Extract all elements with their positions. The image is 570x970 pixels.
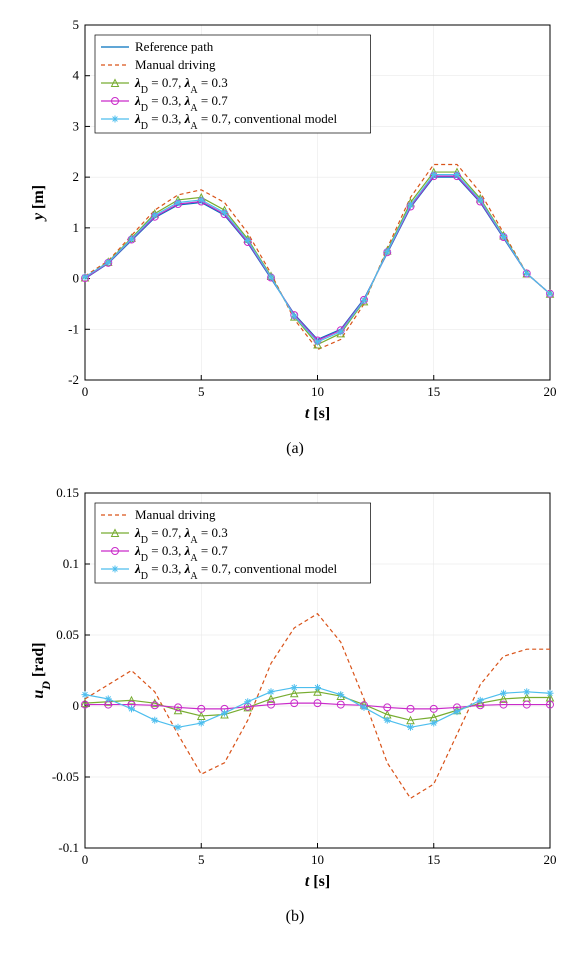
svg-text:10: 10	[311, 852, 324, 867]
series-marker	[407, 724, 414, 731]
svg-text:20: 20	[544, 384, 557, 399]
svg-text:15: 15	[427, 852, 440, 867]
series-marker	[500, 690, 507, 697]
svg-text:0.15: 0.15	[56, 485, 79, 500]
svg-text:3: 3	[73, 118, 80, 133]
legend-entry: Manual driving	[135, 507, 216, 522]
series-marker	[291, 684, 298, 691]
svg-text:15: 15	[427, 384, 440, 399]
y-axis-label: uD [rad]	[30, 642, 53, 698]
series-marker	[477, 196, 484, 203]
series-marker	[175, 724, 182, 731]
subplot-label: (a)	[10, 440, 570, 458]
series-marker	[244, 237, 251, 244]
svg-text:2: 2	[73, 169, 80, 184]
svg-text:5: 5	[198, 384, 205, 399]
series-marker	[244, 698, 251, 705]
series-marker	[547, 690, 554, 697]
series-marker	[151, 717, 158, 724]
legend-entry: Manual driving	[135, 57, 216, 72]
series-marker	[361, 297, 368, 304]
plot-area: 0 5 10 15 20 -0.1 -0.05 0 0.05 0.1 0.15 t [s] uD [ra…	[25, 478, 565, 898]
svg-text:0: 0	[82, 384, 89, 399]
series-marker	[523, 688, 530, 695]
svg-text:0.05: 0.05	[56, 627, 79, 642]
svg-text:-2: -2	[68, 372, 79, 387]
x-axis-label: t [s]	[305, 405, 330, 422]
y-axis-label: y [m]	[30, 185, 47, 222]
svg-text:-1: -1	[68, 321, 79, 336]
svg-text:0: 0	[73, 271, 80, 286]
series-marker	[128, 236, 135, 243]
svg-text:4: 4	[73, 68, 80, 83]
svg-text:1: 1	[73, 220, 80, 235]
series-marker	[175, 199, 182, 206]
svg-text:-0.1: -0.1	[58, 840, 79, 855]
svg-text:10: 10	[311, 384, 324, 399]
series-marker	[198, 196, 205, 203]
series-marker	[523, 270, 530, 277]
series-marker	[198, 720, 205, 727]
series-marker	[430, 171, 437, 178]
series-marker	[407, 202, 414, 209]
series-marker	[151, 212, 158, 219]
series-marker	[268, 688, 275, 695]
svg-text:5: 5	[198, 852, 205, 867]
chart-b: 0 5 10 15 20 -0.1 -0.05 0 0.05 0.1 0.15 t [s] uD [ra…	[25, 478, 565, 898]
svg-text:0.1: 0.1	[63, 556, 79, 571]
svg-text:0: 0	[73, 698, 80, 713]
subplot-label: (b)	[10, 908, 570, 926]
svg-text:-0.05: -0.05	[52, 769, 79, 784]
svg-text:5: 5	[73, 17, 80, 32]
plot-area: 0 5 10 15 20 -2 -1 0 1 2 3 4 5 t [s] y [m] Reference pa…	[25, 10, 565, 430]
series-marker	[221, 209, 228, 216]
series-marker	[314, 338, 321, 345]
svg-text:20: 20	[544, 852, 557, 867]
legend-entry: Reference path	[135, 39, 214, 54]
series-marker	[384, 248, 391, 255]
svg-text:0: 0	[82, 852, 89, 867]
series-marker	[500, 233, 507, 240]
chart-a: 0 5 10 15 20 -2 -1 0 1 2 3 4 5 t [s] y [m] Reference pa…	[25, 10, 565, 430]
x-axis-label: t [s]	[305, 873, 330, 890]
series-marker	[314, 684, 321, 691]
series-marker	[384, 717, 391, 724]
series-marker	[454, 171, 461, 178]
